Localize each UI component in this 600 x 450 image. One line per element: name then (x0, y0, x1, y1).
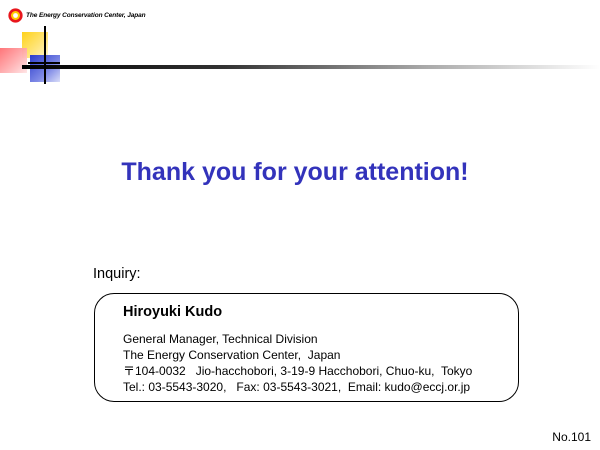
inquiry-label: Inquiry: (93, 266, 141, 282)
logo-sun-icon (8, 7, 23, 23)
logo-text: The Energy Conservation Center, Japan (26, 11, 146, 19)
fax-label: Fax: (226, 380, 264, 394)
page-number: No.101 (552, 430, 591, 444)
contact-organization: The Energy Conservation Center, Japan (123, 348, 341, 362)
email-link[interactable]: kudo@eccj.or.jp (385, 380, 471, 394)
contact-name: Hiroyuki Kudo (123, 304, 223, 320)
slide: The Energy Conservation Center, Japan Th… (0, 0, 600, 450)
deco-red-square (0, 48, 27, 73)
deco-vertical-line (44, 26, 46, 84)
contact-position: General Manager, Technical Division (123, 332, 318, 346)
fax-number: 03-5543-3021, (263, 380, 342, 394)
contact-details: Tel.: 03-5543-3020, Fax: 03-5543-3021, E… (123, 380, 470, 394)
contact-card: Hiroyuki Kudo General Manager, Technical… (94, 293, 519, 402)
deco-horizontal-bar (22, 65, 600, 69)
tel-number: 03-5543-3020, (148, 380, 227, 394)
deco-short-line (28, 62, 60, 64)
logo: The Energy Conservation Center, Japan (8, 7, 146, 23)
contact-address: 〒104-0032 Jio-hacchobori, 3-19-9 Hacchob… (123, 364, 473, 378)
email-label: Email: (341, 380, 385, 394)
tel-label: Tel.: (123, 380, 149, 394)
slide-title: Thank you for your attention! (121, 158, 469, 186)
